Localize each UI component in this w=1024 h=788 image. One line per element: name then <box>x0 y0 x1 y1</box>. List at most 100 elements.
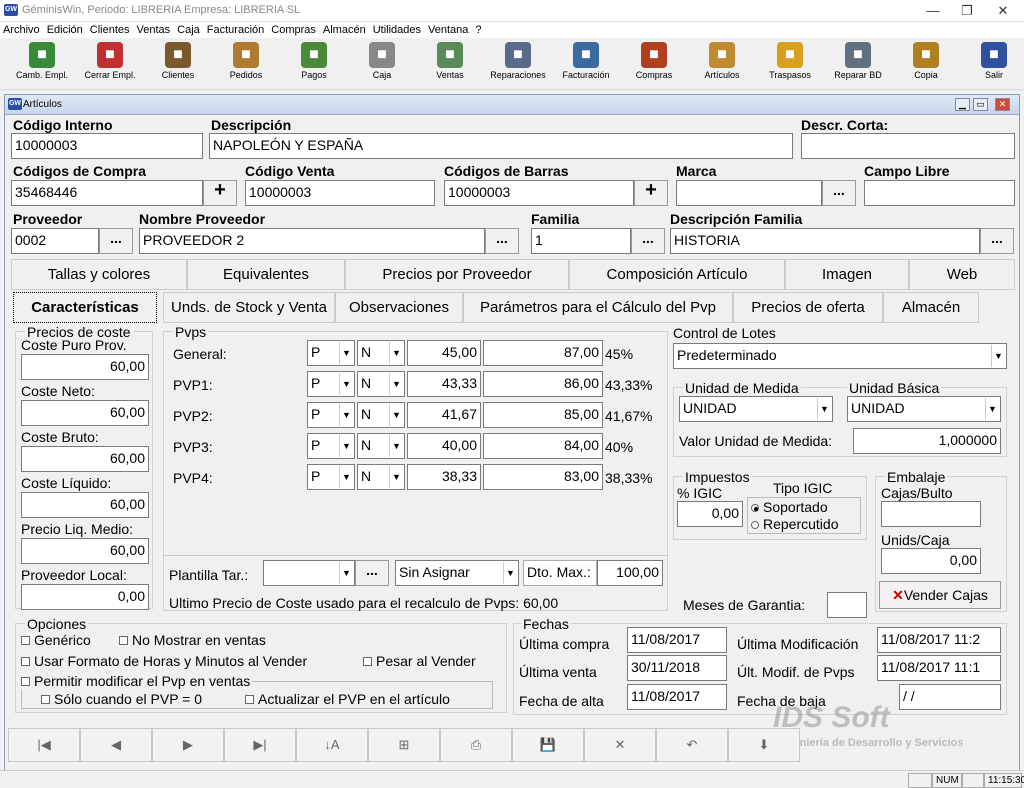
pvp-c2-combo-0[interactable]: N ▼ <box>357 340 405 366</box>
toolbar-button-0[interactable]: ■ Camb. Empl. <box>8 40 76 88</box>
toolbar-button-8[interactable]: ■ Facturación <box>552 40 620 88</box>
toolbar-button-4[interactable]: ■ Pagos <box>280 40 348 88</box>
toolbar-button-14[interactable]: ■ Salir <box>960 40 1024 88</box>
horas-checkbox[interactable]: Usar Formato de Horas y Minutos al Vende… <box>21 653 307 669</box>
nav-button-10[interactable]: ⬇ <box>728 728 800 762</box>
coste-field-4[interactable]: 60,00 <box>21 538 149 564</box>
tab2-5[interactable]: Almacén <box>883 292 979 323</box>
pvp-c1-combo-4[interactable]: P ▼ <box>307 464 355 490</box>
tab-1[interactable]: Equivalentes <box>187 259 345 290</box>
child-restore-icon[interactable]: ▭ <box>973 98 988 111</box>
tab-3[interactable]: Composición Artículo <box>569 259 785 290</box>
nav-button-8[interactable]: ✕ <box>584 728 656 762</box>
tab2-3[interactable]: Parámetros para el Cálculo del Pvp <box>463 292 733 323</box>
fecha-baja-field[interactable]: / / <box>899 684 1001 710</box>
toolbar-button-12[interactable]: ■ Reparar BD <box>824 40 892 88</box>
permitir-checkbox[interactable]: Permitir modificar el Pvp en ventas <box>21 673 253 689</box>
menu-item-10[interactable]: ? <box>472 22 484 38</box>
nav-button-3[interactable]: ▶| <box>224 728 296 762</box>
unidad-basica-combo[interactable]: UNIDAD ▼ <box>847 396 1001 422</box>
tab-2[interactable]: Precios por Proveedor <box>345 259 569 290</box>
nav-button-9[interactable]: ↶ <box>656 728 728 762</box>
menu-item-1[interactable]: Edición <box>44 22 86 38</box>
tab2-4[interactable]: Precios de oferta <box>733 292 883 323</box>
pvp-c1-combo-1[interactable]: P ▼ <box>307 371 355 397</box>
pvp-price-field-3[interactable]: 84,00 <box>483 433 603 459</box>
nav-button-7[interactable]: 💾 <box>512 728 584 762</box>
pvp-price-field-4[interactable]: 83,00 <box>483 464 603 490</box>
control-lotes-combo[interactable]: Predeterminado ▼ <box>673 343 1007 369</box>
pvp-price-field-1[interactable]: 86,00 <box>483 371 603 397</box>
pvp-base-field-3[interactable]: 40,00 <box>407 433 481 459</box>
toolbar-button-10[interactable]: ■ Artículos <box>688 40 756 88</box>
pvp-c2-combo-2[interactable]: N ▼ <box>357 402 405 428</box>
codigos-compra-field[interactable]: 35468446 <box>11 180 203 206</box>
menu-item-4[interactable]: Caja <box>174 22 203 38</box>
toolbar-button-3[interactable]: ■ Pedidos <box>212 40 280 88</box>
dto-max-field[interactable]: 100,00 <box>597 560 663 586</box>
pvp-price-field-0[interactable]: 87,00 <box>483 340 603 366</box>
pvp-base-field-4[interactable]: 38,33 <box>407 464 481 490</box>
marca-lookup-button[interactable]: ... <box>822 180 856 206</box>
pvp-c2-combo-4[interactable]: N ▼ <box>357 464 405 490</box>
child-minimize-icon[interactable]: ▁ <box>955 98 970 111</box>
plantilla-lookup-button[interactable]: ... <box>355 560 389 586</box>
ultima-compra-field[interactable]: 11/08/2017 <box>627 627 727 653</box>
coste-field-1[interactable]: 60,00 <box>21 400 149 426</box>
desc-familia-field[interactable]: HISTORIA <box>670 228 980 254</box>
toolbar-button-6[interactable]: ■ Ventas <box>416 40 484 88</box>
menu-item-8[interactable]: Utilidades <box>370 22 424 38</box>
coste-field-3[interactable]: 60,00 <box>21 492 149 518</box>
toolbar-button-9[interactable]: ■ Compras <box>620 40 688 88</box>
generico-checkbox[interactable]: Genérico <box>21 632 91 648</box>
fecha-alta-field[interactable]: 11/08/2017 <box>627 684 727 710</box>
toolbar-button-13[interactable]: ■ Copia <box>892 40 960 88</box>
codigo-venta-field[interactable]: 10000003 <box>245 180 435 206</box>
tab2-1[interactable]: Unds. de Stock y Venta <box>163 292 335 323</box>
nav-button-2[interactable]: ▶ <box>152 728 224 762</box>
menu-item-6[interactable]: Compras <box>268 22 319 38</box>
add-codigo-compra-button[interactable]: + <box>203 180 237 206</box>
child-close-icon[interactable]: ✕ <box>995 98 1010 111</box>
pvp-c2-combo-3[interactable]: N ▼ <box>357 433 405 459</box>
toolbar-button-2[interactable]: ■ Clientes <box>144 40 212 88</box>
unidad-medida-combo[interactable]: UNIDAD ▼ <box>679 396 833 422</box>
solo-checkbox[interactable]: Sólo cuando el PVP = 0 <box>41 691 202 707</box>
pesar-checkbox[interactable]: Pesar al Vender <box>363 653 476 669</box>
campo-libre-field[interactable] <box>864 180 1015 206</box>
menu-item-9[interactable]: Ventana <box>425 22 471 38</box>
proveedor-lookup-button[interactable]: ... <box>99 228 133 254</box>
add-codigo-barras-button[interactable]: + <box>634 180 668 206</box>
pvp-base-field-1[interactable]: 43,33 <box>407 371 481 397</box>
toolbar-button-7[interactable]: ■ Reparaciones <box>484 40 552 88</box>
menu-item-2[interactable]: Clientes <box>87 22 133 38</box>
coste-field-2[interactable]: 60,00 <box>21 446 149 472</box>
ultima-modificacion-field[interactable]: 11/08/2017 11:2 <box>877 627 1001 653</box>
igic-field[interactable]: 0,00 <box>677 501 743 527</box>
tab-5[interactable]: Web <box>909 259 1015 290</box>
unids-caja-field[interactable]: 0,00 <box>881 548 981 574</box>
menu-item-5[interactable]: Facturación <box>204 22 267 38</box>
cajas-bulto-field[interactable] <box>881 501 981 527</box>
actualizar-checkbox[interactable]: Actualizar el PVP en el artículo <box>245 691 450 707</box>
close-icon[interactable]: ✕ <box>988 2 1018 20</box>
toolbar-button-1[interactable]: ■ Cerrar Empl. <box>76 40 144 88</box>
plantilla-combo[interactable]: ▼ <box>263 560 355 586</box>
menu-item-3[interactable]: Ventas <box>134 22 174 38</box>
soportado-radio[interactable]: Soportado <box>751 499 828 515</box>
pvp-c1-combo-2[interactable]: P ▼ <box>307 402 355 428</box>
tab2-0[interactable]: Características <box>13 292 157 323</box>
desc-familia-lookup-button[interactable]: ... <box>980 228 1014 254</box>
ult-modif-pvps-field[interactable]: 11/08/2017 11:1 <box>877 655 1001 681</box>
pvp-c1-combo-0[interactable]: P ▼ <box>307 340 355 366</box>
pvp-base-field-0[interactable]: 45,00 <box>407 340 481 366</box>
proveedor-field[interactable]: 0002 <box>11 228 99 254</box>
nombre-proveedor-field[interactable]: PROVEEDOR 2 <box>139 228 485 254</box>
toolbar-button-11[interactable]: ■ Traspasos <box>756 40 824 88</box>
menu-item-0[interactable]: Archivo <box>0 22 43 38</box>
pvp-price-field-2[interactable]: 85,00 <box>483 402 603 428</box>
vender-cajas-button[interactable]: ✕Vender Cajas <box>879 581 1001 609</box>
codigo-interno-field[interactable]: 10000003 <box>11 133 203 159</box>
coste-field-5[interactable]: 0,00 <box>21 584 149 610</box>
ultima-venta-field[interactable]: 30/11/2018 <box>627 655 727 681</box>
